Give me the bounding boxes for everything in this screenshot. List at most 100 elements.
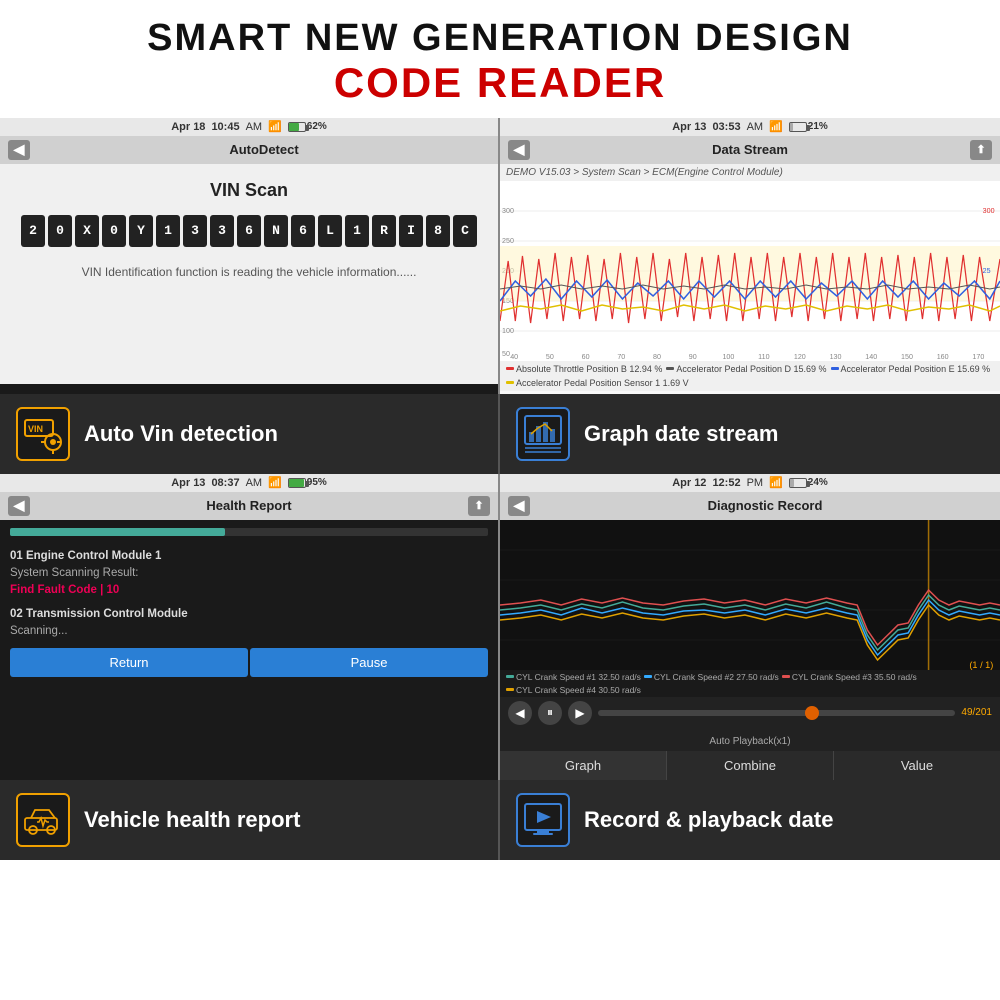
- time-bottom-left: 08:37: [211, 477, 239, 489]
- date-top-left: Apr 18: [171, 121, 205, 133]
- feature-panel-graph: Graph date stream: [500, 394, 1000, 474]
- vin-char: 2: [21, 215, 45, 247]
- svg-text:300: 300: [983, 208, 995, 215]
- wifi-icon-bottom-right: 📶: [769, 476, 783, 489]
- battery-icon-tr: [789, 122, 807, 132]
- legend-dot: [506, 688, 514, 691]
- diagrec-tab-row: GraphCombineValue: [500, 751, 1000, 780]
- ampm-top-right: AM: [747, 121, 764, 133]
- battery-pct-tr: 21%: [808, 121, 828, 132]
- health-icon: [23, 800, 63, 840]
- feature-label-health: Vehicle health report: [84, 807, 300, 833]
- vin-feature-icon-box: VIN: [16, 407, 70, 461]
- vin-char: 1: [156, 215, 180, 247]
- svg-text:60: 60: [582, 354, 590, 361]
- legend-label: Accelerator Pedal Position D 15.69 %: [676, 364, 826, 374]
- legend-dot: [506, 675, 514, 678]
- legend-item: CYL Crank Speed #1 32.50 rad/s: [506, 672, 641, 682]
- battery-top-left: 62%: [288, 121, 327, 132]
- module-1-name: 01 Engine Control Module 1: [10, 548, 488, 565]
- vin-char: I: [399, 215, 423, 247]
- graph-icon: [523, 414, 563, 454]
- status-bar-top-right: Apr 13 03:53 AM 📶 21%: [500, 118, 1000, 136]
- diagrec-tab-graph[interactable]: Graph: [500, 751, 667, 780]
- autodetect-title: AutoDetect: [38, 142, 490, 157]
- health-title: Health Report: [38, 498, 460, 513]
- legend-label: CYL Crank Speed #1 32.50 rad/s: [516, 672, 641, 682]
- svg-text:140: 140: [865, 354, 877, 361]
- svg-text:100: 100: [502, 328, 514, 335]
- svg-text:170: 170: [972, 354, 984, 361]
- diagrec-tab-combine[interactable]: Combine: [667, 751, 834, 780]
- header: SMART NEW GENERATION DESIGN CODE READER: [0, 0, 1000, 118]
- legend-dot: [506, 381, 514, 384]
- vin-char: 6: [237, 215, 261, 247]
- vin-char: C: [453, 215, 477, 247]
- legend-dot: [782, 675, 790, 678]
- back-btn-autodetect[interactable]: ◀: [8, 140, 30, 160]
- panel-datastream: Apr 13 03:53 AM 📶 21% ◀ Data Stream ⬆ DE…: [500, 118, 1000, 394]
- prev-btn[interactable]: ◀: [508, 701, 532, 725]
- feature-panel-vin: VIN Auto Vin detection: [0, 394, 500, 474]
- battery-bottom-left: 95%: [288, 477, 327, 488]
- svg-text:300: 300: [502, 208, 514, 215]
- wifi-icon-top-right: 📶: [769, 120, 783, 133]
- vin-scan-msg: VIN Identification function is reading t…: [82, 265, 417, 279]
- feature-label-record: Record & playback date: [584, 807, 833, 833]
- svg-text:50: 50: [546, 354, 554, 361]
- vin-scan-content: VIN Scan 20X0Y1336N6L1RI8C VIN Identific…: [0, 164, 498, 384]
- svg-text:90: 90: [689, 354, 697, 361]
- legend-dot: [506, 367, 514, 370]
- legend-item: CYL Crank Speed #4 30.50 rad/s: [506, 685, 641, 695]
- vin-char: 0: [48, 215, 72, 247]
- svg-text:VIN: VIN: [28, 424, 43, 434]
- vin-char: 8: [426, 215, 450, 247]
- panel-diagnostic-record: Apr 12 12:52 PM 📶 24% ◀ Diagnostic Recor…: [500, 474, 1000, 780]
- title-bar-autodetect: ◀ AutoDetect: [0, 136, 498, 164]
- svg-text:130: 130: [830, 354, 842, 361]
- fault-code-1: Find Fault Code | 10: [10, 582, 488, 599]
- return-btn[interactable]: Return: [10, 648, 248, 677]
- vin-char: X: [75, 215, 99, 247]
- legend-item: Accelerator Pedal Position E 15.69 %: [831, 364, 991, 374]
- battery-pct-tl: 62%: [307, 121, 327, 132]
- back-btn-datastream[interactable]: ◀: [508, 140, 530, 160]
- playback-track[interactable]: [598, 710, 955, 716]
- play-btn[interactable]: ⏸: [538, 701, 562, 725]
- pause-btn[interactable]: Pause: [250, 648, 488, 677]
- legend-label: CYL Crank Speed #3 35.50 rad/s: [792, 672, 917, 682]
- status-bar-top-left: Apr 18 10:45 AM 📶 62%: [0, 118, 498, 136]
- diagrec-tab-value[interactable]: Value: [834, 751, 1000, 780]
- panel-autodetect: Apr 18 10:45 AM 📶 62% ◀ AutoDetect VIN S…: [0, 118, 500, 394]
- legend-label: Accelerator Pedal Position E 15.69 %: [841, 364, 991, 374]
- svg-text:110: 110: [758, 354, 769, 361]
- health-btn-row: Return Pause: [10, 648, 488, 677]
- svg-text:50: 50: [502, 351, 510, 358]
- export-btn-health[interactable]: ⬆: [468, 496, 490, 516]
- health-progress-fill: [10, 528, 225, 536]
- diagrec-chart: (1 / 1): [500, 520, 1000, 670]
- legend-dot: [831, 367, 839, 370]
- svg-text:70: 70: [617, 354, 625, 361]
- back-btn-diagrec[interactable]: ◀: [508, 496, 530, 516]
- back-btn-health[interactable]: ◀: [8, 496, 30, 516]
- next-btn[interactable]: ▶: [568, 701, 592, 725]
- ampm-top-left: AM: [246, 121, 263, 133]
- vin-char: 3: [210, 215, 234, 247]
- svg-text:150: 150: [901, 354, 913, 361]
- svg-text:160: 160: [937, 354, 949, 361]
- playback-thumb[interactable]: [805, 706, 819, 720]
- battery-bottom-right: 24%: [789, 477, 828, 488]
- datastream-svg: 300 250 200 150 100 50: [500, 181, 1000, 361]
- datastream-legend: Absolute Throttle Position B 12.94 %Acce…: [500, 361, 1000, 391]
- datastream-breadcrumb: DEMO V15.03 > System Scan > ECM(Engine C…: [500, 164, 1000, 181]
- feature-panel-record: Record & playback date: [500, 780, 1000, 860]
- feature-label-graph: Graph date stream: [584, 421, 778, 447]
- status-bar-bottom-left: Apr 13 08:37 AM 📶 95%: [0, 474, 498, 492]
- legend-item: Accelerator Pedal Position Sensor 1 1.69…: [506, 378, 689, 388]
- playback-count: 49/201: [961, 707, 992, 718]
- vin-char: L: [318, 215, 342, 247]
- export-btn-datastream[interactable]: ⬆: [970, 140, 992, 160]
- date-bottom-right: Apr 12: [672, 477, 706, 489]
- diagrec-legend: CYL Crank Speed #1 32.50 rad/s CYL Crank …: [500, 670, 1000, 697]
